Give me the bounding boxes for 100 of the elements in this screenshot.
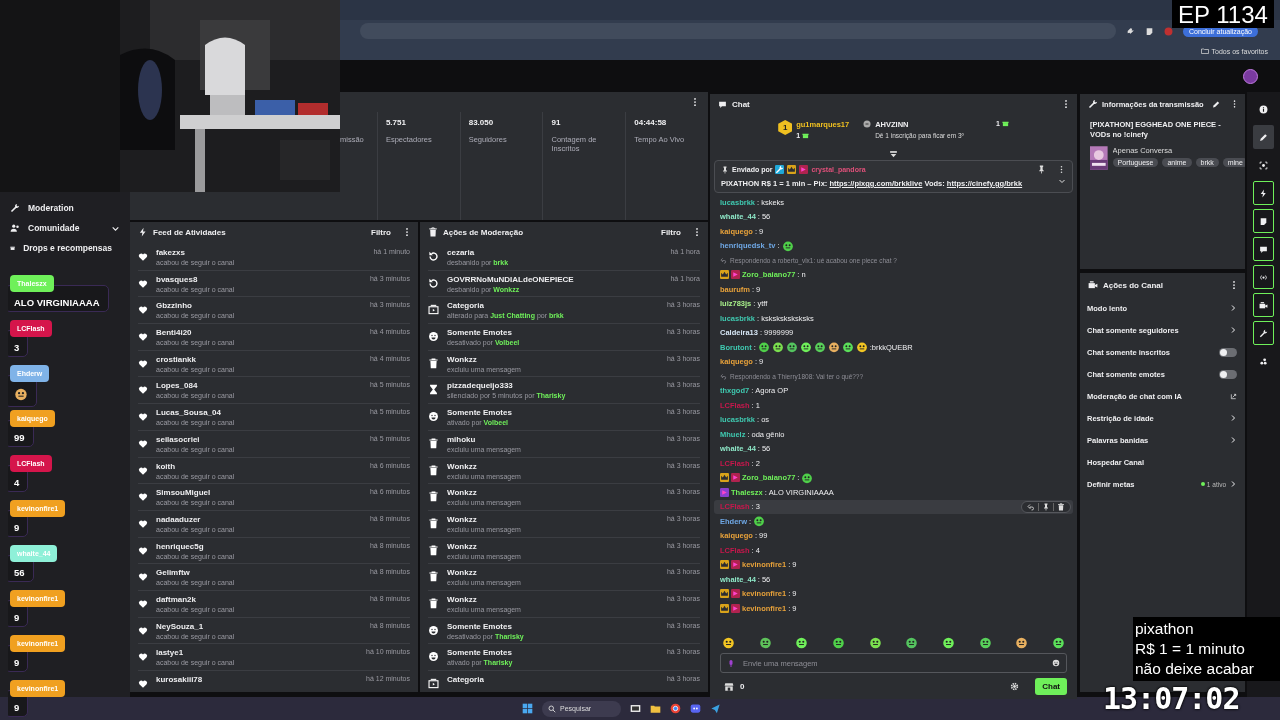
action-title: Somente Emotes [447,621,513,631]
bolt-icon [138,227,148,237]
expand-icon[interactable] [1058,177,1066,185]
trash-icon[interactable] [1057,502,1065,511]
pin-icon[interactable] [1037,165,1046,174]
chat-app-icon[interactable] [690,703,702,714]
overlay-message: 4 [14,477,20,488]
overlay-message: 56 [14,567,25,578]
window-icon[interactable] [630,703,642,714]
overlay-note-line: não deixe acabar [1135,659,1255,679]
collapse-icon[interactable] [889,150,898,159]
video-frame-icon [428,304,439,316]
nav-item[interactable]: Comunidade [28,223,80,233]
emote-icon[interactable] [1015,636,1029,649]
episode-label: EP 1134 [1172,0,1274,28]
toggle-switch[interactable] [1219,347,1237,357]
emote-icon[interactable] [722,636,735,649]
emote-icon[interactable] [758,636,772,649]
follower-name: SimsouMiguel [156,488,212,498]
pin-icon [721,165,729,174]
emote-icon[interactable] [978,636,992,649]
camera-icon [1259,300,1268,310]
heart-icon [138,332,148,343]
emote-icon[interactable] [795,636,809,649]
search-icon [548,704,556,713]
wrench-icon [1088,99,1098,109]
panel-title: Chat [732,99,750,109]
video-frame-icon [428,678,439,689]
trash-icon [428,491,439,503]
heart-icon [138,278,148,289]
emote-icon [799,341,812,354]
heart-icon [138,385,148,396]
undo-icon [428,251,439,262]
overlay-note-line: R$ 1 = 1 minuto [1135,639,1246,659]
heart-icon [138,492,148,503]
action-title: pizzadequeijo333 [447,381,514,391]
folder-icon[interactable] [650,703,662,714]
pin-icon[interactable] [1042,502,1050,511]
action-title: Wonkzz [447,461,478,471]
sidebar-tool-button[interactable] [1253,265,1274,289]
subscriber-badge-icon [731,560,740,570]
browser-icon[interactable] [670,703,682,714]
nav-item[interactable]: Drops e recompensas [23,243,112,253]
emote-icon[interactable] [941,636,955,649]
emote-icon[interactable] [1051,636,1065,649]
sidebar-tool-button[interactable] [1253,181,1274,205]
store-icon[interactable] [724,681,734,692]
sidebar-tool-button[interactable] [1253,125,1274,149]
chevron-right-icon [1229,436,1237,445]
sidebar-tool-button[interactable] [1253,293,1274,317]
bubble-icon [1259,244,1268,254]
sidebar-tool-button[interactable] [1253,237,1274,261]
action-title: Wonkzz [447,568,478,578]
avatar[interactable] [1243,68,1258,84]
heart-icon [138,545,148,556]
subscriber-badge-icon [799,165,809,174]
follower-name: Lopes_084 [156,381,199,391]
stat-value: 83.050 [468,118,495,127]
rank-badge: 1 [778,120,793,135]
nav-item[interactable]: Moderation [28,203,74,213]
windows-start-icon[interactable] [522,703,533,714]
undo-icon [428,277,439,289]
sidebar-tool-button[interactable] [1253,321,1274,345]
chat-button[interactable]: Chat [1035,678,1067,695]
settings-icon[interactable] [1010,682,1020,691]
chevron-right-icon [1229,304,1237,313]
filter-button[interactable]: Filtro [365,227,397,237]
heart-icon [138,598,148,609]
emote-icon[interactable] [905,636,919,649]
emote-icon[interactable] [868,636,882,649]
folder-icon [1200,47,1209,55]
overlay-note-line: pixathon [1135,619,1195,639]
heart-icon [138,412,148,423]
trash-icon [428,357,439,369]
action-title: Wonkzz [447,514,478,524]
crown-badge-icon [787,165,797,174]
sidebar-tool-button[interactable] [1253,209,1274,233]
emote-icon[interactable] [831,636,845,649]
trash-icon [428,544,439,556]
smiley-icon[interactable] [1052,659,1060,667]
emote-icon [771,341,784,354]
pencil-icon [1259,132,1268,142]
emote-icon [841,341,854,354]
follower-name: daftman2k [156,594,197,604]
wrench-icon [10,203,20,213]
pencil-icon[interactable] [1211,99,1220,109]
paper-plane-icon[interactable] [710,703,722,714]
toggle-switch[interactable] [1219,369,1237,379]
crown-badge-icon [720,473,729,483]
extension-icon[interactable] [1144,26,1154,36]
star-icon[interactable] [1125,26,1135,36]
reply-icon[interactable] [1027,502,1035,511]
emote-icon [827,341,840,354]
action-title: Categoria [447,301,485,311]
follower-name: kurosakiii78 [156,675,204,684]
people-icon [10,223,20,233]
smiley-icon [428,624,439,636]
filter-button[interactable]: Filtro [655,227,687,237]
follower-name: Benti4i20 [156,328,193,338]
chevron-right-icon [1229,414,1237,423]
